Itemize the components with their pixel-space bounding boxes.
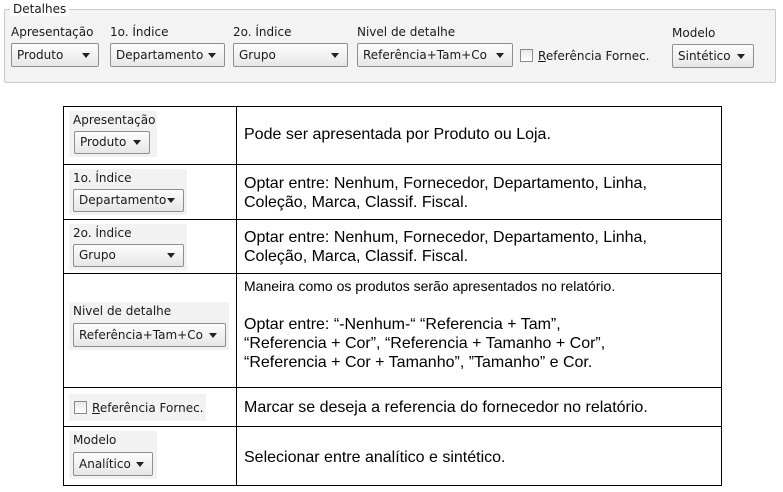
- snippet-label: 1o. Índice: [73, 171, 132, 185]
- snippet-label: 2o. Índice: [73, 226, 132, 240]
- table-cell-description: Marcar se deseja a referencia do fornece…: [244, 399, 648, 416]
- table-row: Apresentação Produto Pode ser apresentad…: [64, 107, 721, 165]
- table-cell-control: 1o. Índice Departamento: [64, 165, 237, 219]
- nivel-value: Referência+Tam+Co: [363, 48, 487, 62]
- table-cell-control: Apresentação Produto: [64, 107, 237, 164]
- snippet-select: Referência+Tam+Co: [73, 323, 226, 347]
- chevron-down-icon: [133, 140, 141, 145]
- ref-fornec-checkbox[interactable]: [520, 49, 533, 62]
- chevron-down-icon: [737, 54, 745, 59]
- table-cell-note: Maneira como os produtos serão apresenta…: [244, 278, 616, 294]
- snippet-label: Modelo: [73, 433, 117, 447]
- fields-description-table: Apresentação Produto Pode ser apresentad…: [63, 106, 722, 486]
- chevron-down-icon: [496, 53, 504, 58]
- table-cell-description: Optar entre: Nenhum, Fornecedor, Departa…: [244, 175, 647, 211]
- snippet-checkbox: [74, 401, 87, 414]
- table-row: 2o. Índice Grupo Optar entre: Nenhum, Fo…: [64, 220, 721, 274]
- table-cell-description: Selecionar entre analítico e sintético.: [244, 449, 506, 466]
- modelo-snippet: Modelo Analítico: [69, 431, 157, 479]
- table-cell-control: Modelo Analítico: [64, 427, 237, 485]
- chevron-down-icon: [209, 333, 217, 338]
- snippet-select: Grupo: [73, 244, 184, 267]
- table-cell-description: Optar entre: Nenhum, Fornecedor, Departa…: [244, 229, 647, 265]
- apresentacao-value: Produto: [17, 48, 64, 62]
- table-row: Referência Fornec. Marcar se deseja a re…: [64, 388, 721, 427]
- chevron-down-icon: [331, 53, 339, 58]
- table-cell-description: Optar entre: “-Nenhum-“ “Referencia + Ta…: [244, 316, 606, 371]
- table-cell-control: Nivel de detalhe Referência+Tam+Co: [64, 274, 237, 387]
- snippet-select: Analítico: [73, 452, 153, 476]
- table-cell-description: Pode ser apresentada por Produto ou Loja…: [244, 126, 551, 143]
- nivel-label: Nivel de detalhe: [357, 25, 456, 39]
- chevron-down-icon: [167, 198, 175, 203]
- chevron-down-icon: [136, 462, 144, 467]
- indice2-select[interactable]: Grupo: [233, 43, 348, 67]
- chevron-down-icon: [167, 253, 175, 258]
- table-cell-control: Referência Fornec.: [64, 388, 237, 426]
- nivel-snippet: Nivel de detalhe Referência+Tam+Co: [69, 302, 229, 350]
- snippet-select: Produto: [74, 131, 150, 154]
- table-row: Modelo Analítico Selecionar entre analít…: [64, 427, 721, 485]
- indice2-snippet: 2o. Índice Grupo: [69, 224, 187, 270]
- table-row: Nivel de detalhe Referência+Tam+Co Manei…: [64, 274, 721, 388]
- apresentacao-snippet: Apresentação Produto: [69, 111, 157, 157]
- ref-fornec-snippet: Referência Fornec.: [69, 394, 206, 421]
- chevron-down-icon: [82, 53, 90, 58]
- group-title: Detalhes: [10, 2, 70, 16]
- apresentacao-label: Apresentação: [11, 25, 94, 39]
- modelo-value: Sintético: [678, 49, 731, 63]
- indice2-label: 2o. Índice: [233, 25, 292, 39]
- indice1-select[interactable]: Departamento: [110, 43, 225, 67]
- nivel-select[interactable]: Referência+Tam+Co: [357, 43, 513, 67]
- modelo-label: Modelo: [672, 26, 716, 40]
- apresentacao-select[interactable]: Produto: [11, 43, 99, 67]
- ref-fornec-label[interactable]: Referência Fornec.: [538, 49, 650, 63]
- indice1-value: Departamento: [116, 48, 204, 62]
- chevron-down-icon: [208, 53, 216, 58]
- indice1-snippet: 1o. Índice Departamento: [69, 169, 187, 215]
- snippet-label: Nivel de detalhe: [73, 304, 172, 318]
- snippet-checkbox-label: Referência Fornec.: [92, 401, 204, 415]
- table-row: 1o. Índice Departamento Optar entre: Nen…: [64, 165, 721, 220]
- table-cell-control: 2o. Índice Grupo: [64, 220, 237, 273]
- indice2-value: Grupo: [239, 48, 276, 62]
- snippet-label: Apresentação: [73, 113, 156, 127]
- snippet-select: Departamento: [73, 189, 184, 212]
- indice1-label: 1o. Índice: [110, 25, 169, 39]
- modelo-select[interactable]: Sintético: [672, 44, 754, 68]
